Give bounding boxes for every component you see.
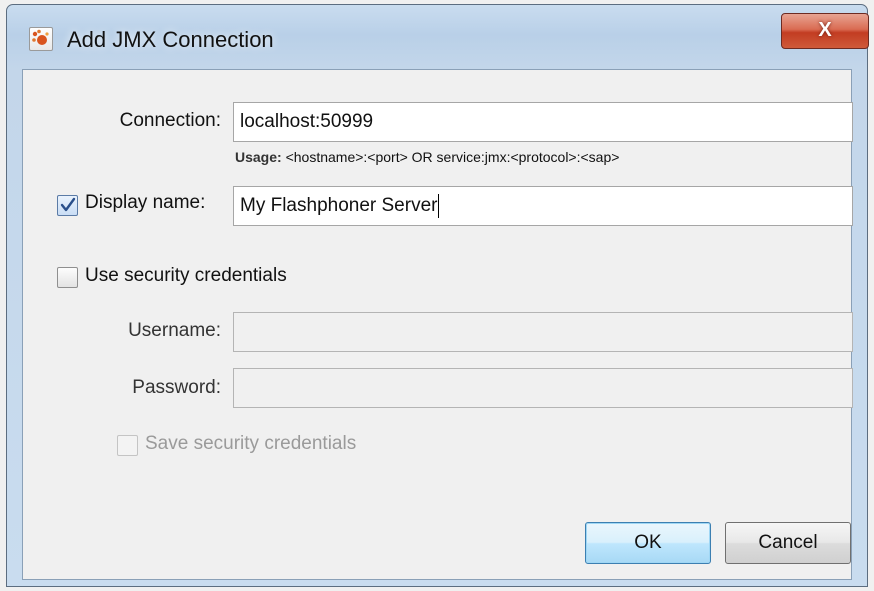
save-security-checkbox[interactable]: [117, 435, 138, 456]
checkmark-icon: [60, 197, 76, 212]
username-label: Username:: [128, 320, 221, 341]
save-security-label: Save security credentials: [145, 433, 357, 454]
dialog-content: Connection: localhost:50999 Usage: <host…: [22, 69, 853, 580]
username-input[interactable]: [233, 312, 853, 352]
title-bar[interactable]: Add JMX Connection X: [7, 5, 869, 69]
display-name-value: My Flashphoner Server: [240, 195, 438, 216]
usage-text: <hostname>:<port> OR service:jmx:<protoc…: [281, 149, 620, 165]
close-icon: X: [818, 19, 832, 41]
password-label: Password:: [132, 377, 221, 398]
connection-usage-hint: Usage: <hostname>:<port> OR service:jmx:…: [235, 149, 619, 165]
display-name-label: Display name:: [85, 192, 206, 213]
password-input[interactable]: [233, 368, 853, 408]
ok-button[interactable]: OK: [585, 522, 711, 564]
connection-label: Connection:: [119, 110, 221, 131]
cancel-button[interactable]: Cancel: [725, 522, 851, 564]
text-caret: [438, 193, 440, 218]
usage-prefix: Usage:: [235, 149, 282, 165]
display-name-checkbox[interactable]: [57, 195, 78, 216]
display-name-input[interactable]: My Flashphoner Server: [233, 186, 853, 226]
use-security-label: Use security credentials: [85, 265, 287, 286]
close-button[interactable]: X: [781, 13, 869, 49]
connection-value: localhost:50999: [240, 111, 374, 132]
visualvm-app-icon: [29, 27, 53, 51]
dialog-window: Add JMX Connection X Connection: localho…: [6, 4, 869, 587]
window-title: Add JMX Connection: [67, 27, 274, 52]
use-security-checkbox[interactable]: [57, 267, 78, 288]
connection-input[interactable]: localhost:50999: [233, 102, 853, 142]
